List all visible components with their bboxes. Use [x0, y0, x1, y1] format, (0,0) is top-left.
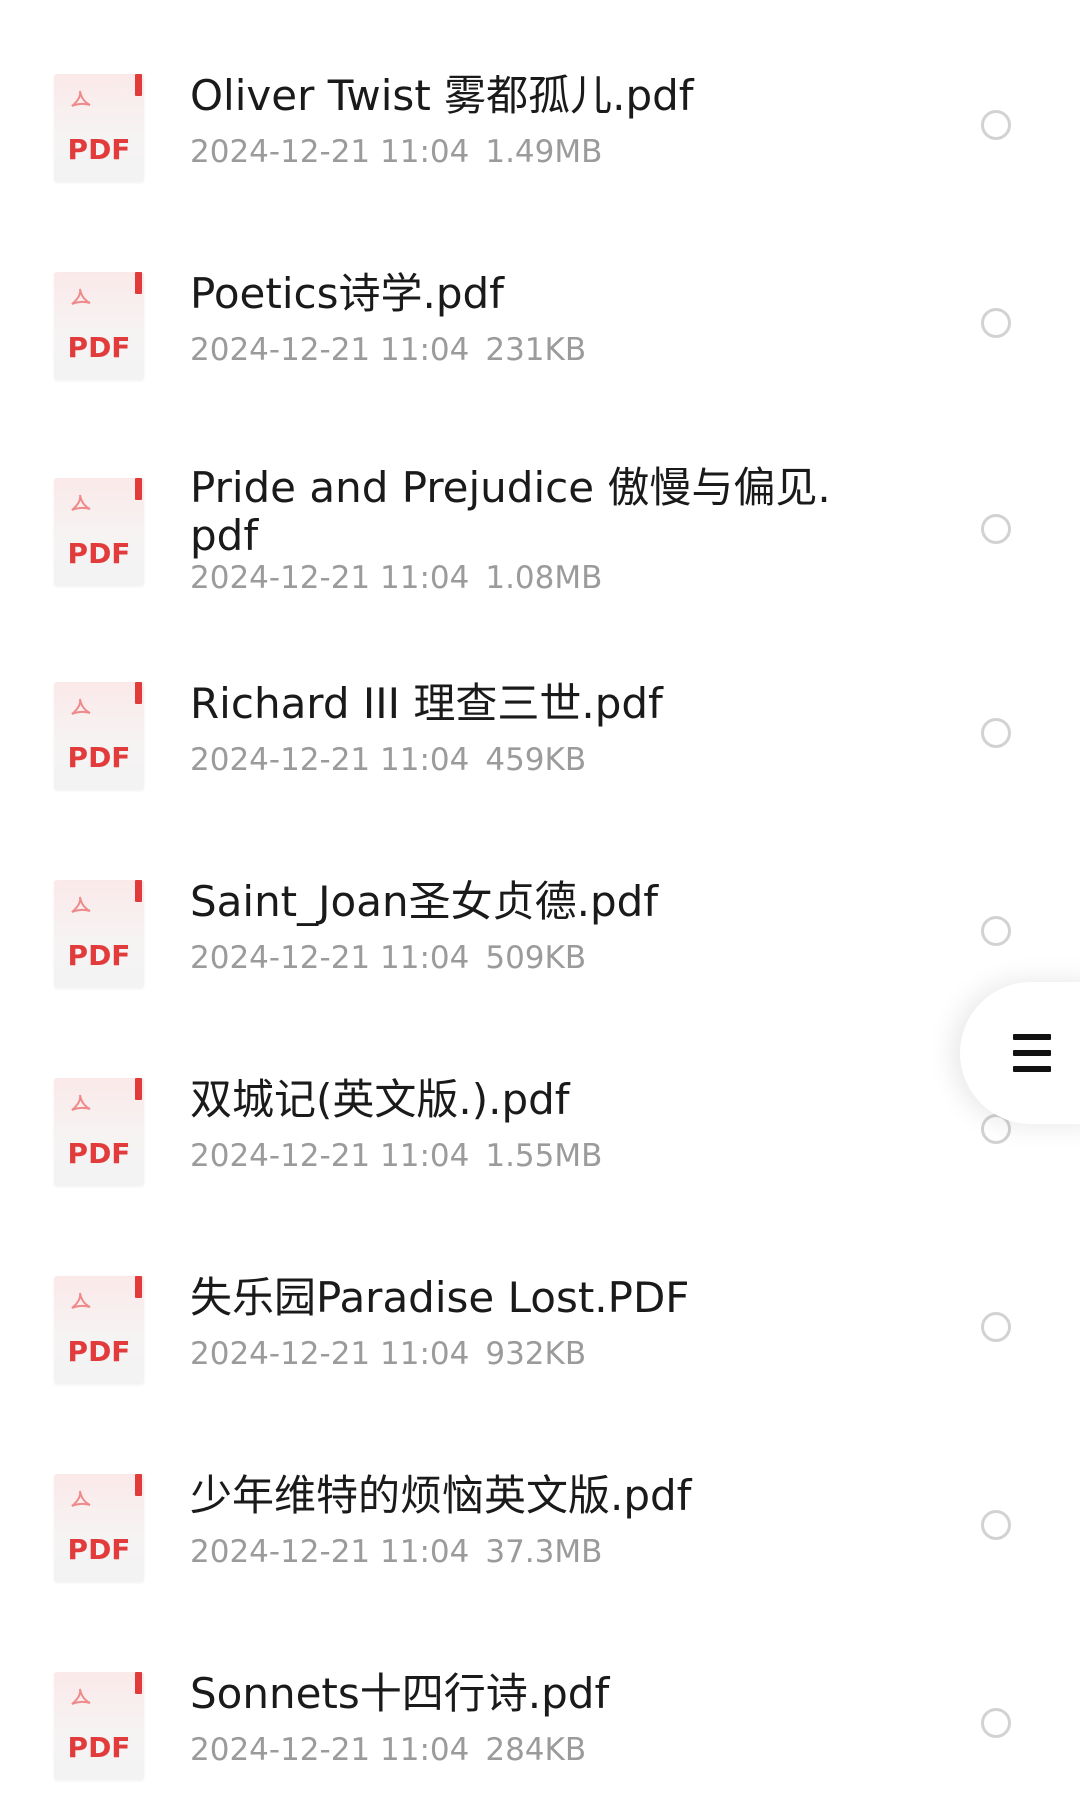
acrobat-icon [71, 1490, 91, 1507]
file-date: 2024-12-21 11:04 [190, 940, 470, 976]
file-date: 2024-12-21 11:04 [190, 134, 470, 170]
file-name: Saint_Joan圣女贞德.pdf [190, 877, 659, 926]
acrobat-icon [71, 90, 91, 107]
acrobat-icon [71, 698, 91, 715]
file-date: 2024-12-21 11:04 [190, 1534, 470, 1570]
acrobat-icon [71, 1094, 91, 1111]
file-size: 459KB [485, 742, 587, 778]
select-radio[interactable] [981, 514, 1011, 544]
pdf-file-icon: PDF [54, 1276, 144, 1384]
file-size: 1.08MB [485, 560, 603, 596]
select-radio[interactable] [981, 308, 1011, 338]
file-name: Sonnets十四行诗.pdf [190, 1669, 610, 1718]
file-row[interactable]: PDF Oliver Twist 雾都孤儿.pdf 2024-12-21 11:… [0, 40, 1080, 210]
select-radio[interactable] [981, 718, 1011, 748]
select-radio[interactable] [981, 1510, 1011, 1540]
file-size: 1.49MB [485, 134, 603, 170]
file-name: 双城记(英文版.).pdf [190, 1075, 570, 1124]
file-date: 2024-12-21 11:04 [190, 1336, 470, 1372]
file-date: 2024-12-21 11:04 [190, 560, 470, 596]
file-name: Oliver Twist 雾都孤儿.pdf [190, 71, 694, 120]
file-size: 284KB [485, 1732, 587, 1768]
file-size: 509KB [485, 940, 587, 976]
acrobat-icon [71, 494, 91, 511]
pdf-file-icon: PDF [54, 1672, 144, 1780]
file-row[interactable]: PDF 失乐园Paradise Lost.PDF 2024-12-21 11:0… [0, 1248, 1080, 1418]
file-row[interactable]: PDF 双城记(英文版.).pdf 2024-12-21 11:04 1.55MB [0, 1050, 1080, 1220]
file-meta: 2024-12-21 11:04 1.49MB [190, 134, 602, 170]
pdf-icon-label: PDF [67, 1335, 131, 1368]
file-row[interactable]: PDF 少年维特的烦恼英文版.pdf 2024-12-21 11:04 37.3M… [0, 1446, 1080, 1616]
file-date: 2024-12-21 11:04 [190, 742, 470, 778]
pdf-icon-label: PDF [67, 1137, 131, 1170]
file-row[interactable]: PDF Saint_Joan圣女贞德.pdf 2024-12-21 11:04 5… [0, 852, 1080, 1022]
file-name: 失乐园Paradise Lost.PDF [190, 1273, 690, 1322]
file-date: 2024-12-21 11:04 [190, 1138, 470, 1174]
pdf-file-icon: PDF [54, 682, 144, 790]
pdf-file-icon: PDF [54, 1078, 144, 1186]
select-radio[interactable] [981, 916, 1011, 946]
pdf-file-icon: PDF [54, 478, 144, 586]
file-size: 1.55MB [485, 1138, 603, 1174]
file-meta: 2024-12-21 11:04 459KB [190, 742, 586, 778]
pdf-icon-label: PDF [67, 133, 131, 166]
file-row[interactable]: PDF Richard III 理查三世.pdf 2024-12-21 11:0… [0, 654, 1080, 824]
file-meta: 2024-12-21 11:04 1.08MB [190, 560, 602, 596]
file-size: 932KB [485, 1336, 587, 1372]
pdf-icon-label: PDF [67, 939, 131, 972]
acrobat-icon [71, 1292, 91, 1309]
pdf-icon-label: PDF [67, 537, 131, 570]
file-meta: 2024-12-21 11:04 231KB [190, 332, 586, 368]
file-list: PDF Oliver Twist 雾都孤儿.pdf 2024-12-21 11:… [0, 0, 1080, 1808]
file-meta: 2024-12-21 11:04 37.3MB [190, 1534, 602, 1570]
file-name: Poetics诗学.pdf [190, 269, 504, 318]
pdf-icon-label: PDF [67, 1533, 131, 1566]
pdf-file-icon: PDF [54, 880, 144, 988]
pdf-icon-label: PDF [67, 1731, 131, 1764]
file-date: 2024-12-21 11:04 [190, 332, 470, 368]
select-radio[interactable] [981, 1708, 1011, 1738]
file-row[interactable]: PDF Poetics诗学.pdf 2024-12-21 11:04 231KB [0, 238, 1080, 408]
file-meta: 2024-12-21 11:04 1.55MB [190, 1138, 602, 1174]
pdf-file-icon: PDF [54, 74, 144, 182]
pdf-file-icon: PDF [54, 1474, 144, 1582]
select-radio[interactable] [981, 1312, 1011, 1342]
select-radio[interactable] [981, 110, 1011, 140]
file-name: 少年维特的烦恼英文版.pdf [190, 1471, 692, 1520]
file-size: 37.3MB [485, 1534, 603, 1570]
file-name: Pride and Prejudice 傲慢与偏见.pdf [190, 463, 831, 560]
file-row[interactable]: PDF Sonnets十四行诗.pdf 2024-12-21 11:04 284K… [0, 1644, 1080, 1808]
file-date: 2024-12-21 11:04 [190, 1732, 470, 1768]
file-meta: 2024-12-21 11:04 932KB [190, 1336, 586, 1372]
acrobat-icon [71, 896, 91, 913]
file-row[interactable]: PDF Pride and Prejudice 傲慢与偏见.pdf 2024-1… [0, 440, 1080, 640]
file-name: Richard III 理查三世.pdf [190, 679, 663, 728]
file-meta: 2024-12-21 11:04 509KB [190, 940, 586, 976]
pdf-file-icon: PDF [54, 272, 144, 380]
acrobat-icon [71, 288, 91, 305]
file-meta: 2024-12-21 11:04 284KB [190, 1732, 586, 1768]
pdf-icon-label: PDF [67, 331, 131, 364]
hamburger-menu-icon [1013, 1034, 1051, 1072]
file-size: 231KB [485, 332, 587, 368]
acrobat-icon [71, 1688, 91, 1705]
pdf-icon-label: PDF [67, 741, 131, 774]
